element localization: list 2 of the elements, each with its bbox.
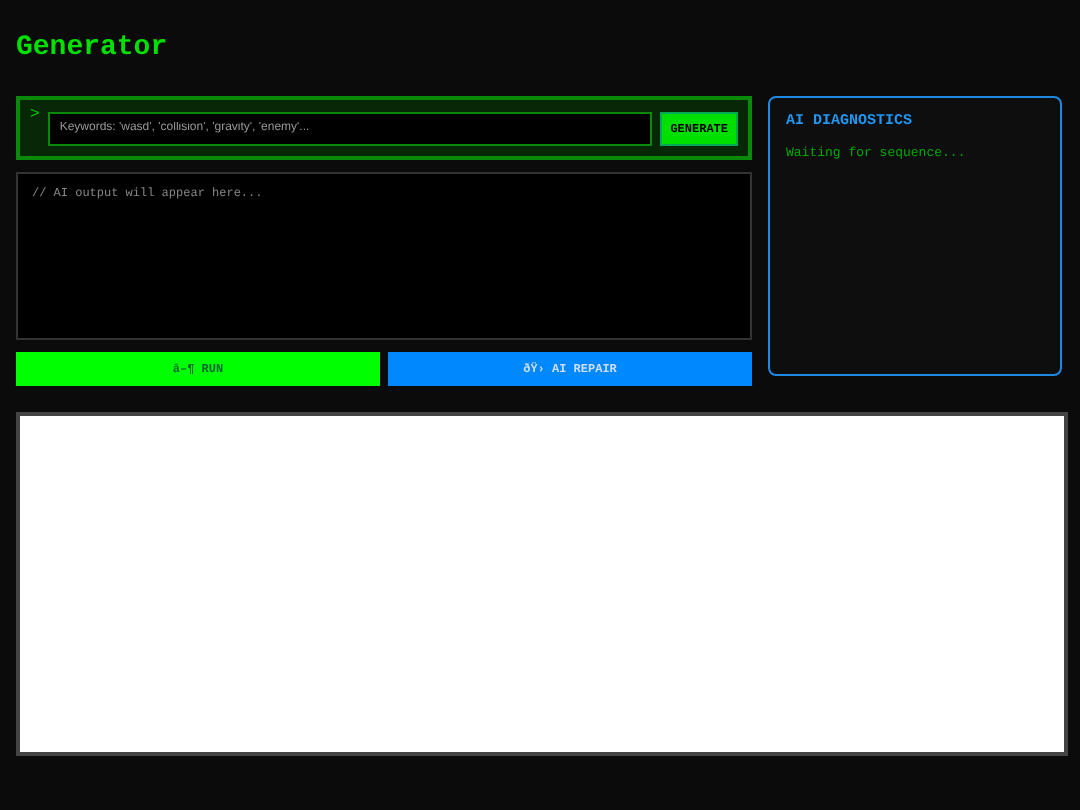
prompt-symbol: > xyxy=(30,106,40,124)
page-title: Generator xyxy=(16,30,170,68)
